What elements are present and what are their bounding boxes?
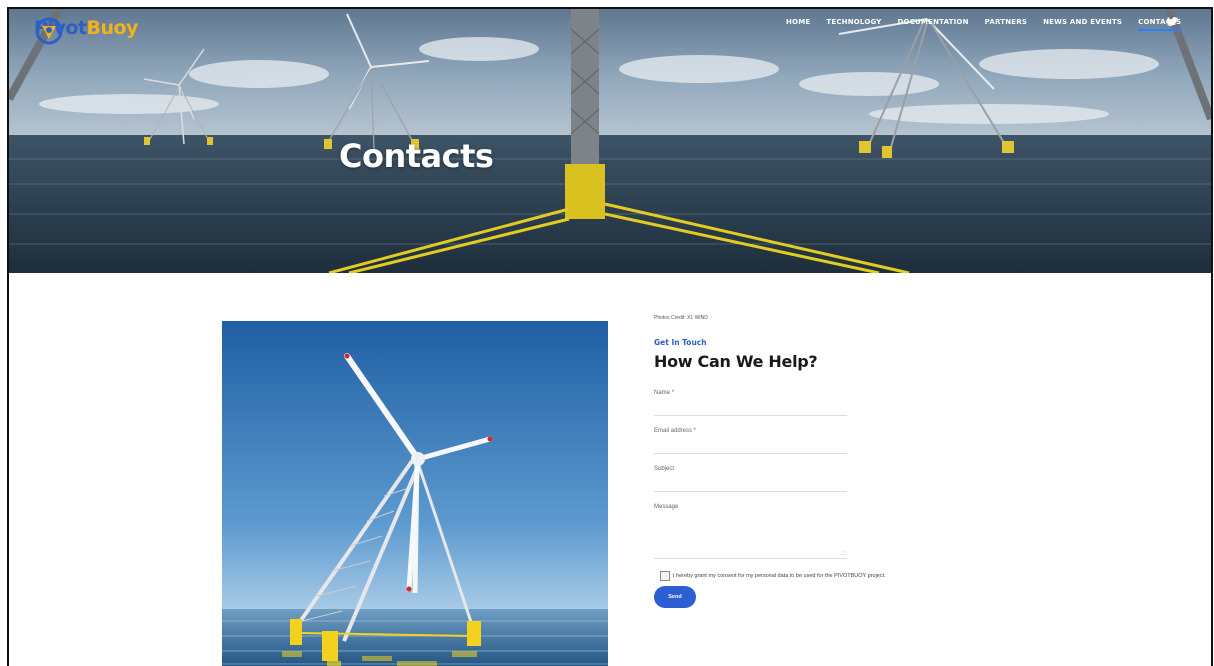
subject-label: Subject xyxy=(654,466,675,472)
form-eyebrow: Get In Touch xyxy=(654,338,707,347)
consent-row: I hereby grant my consent for my persona… xyxy=(660,571,984,581)
page-title: Contacts xyxy=(339,137,494,175)
hero-background-image xyxy=(9,9,1211,273)
social-links: in xyxy=(1167,17,1178,28)
hero-banner: PivotBuoy HOME TECHNOLOGY DOCUMENTATION … xyxy=(9,9,1211,273)
name-field[interactable]: Name * xyxy=(654,390,847,416)
nav-documentation[interactable]: DOCUMENTATION xyxy=(898,18,969,31)
form-headline: How Can We Help? xyxy=(654,352,818,371)
logo-icon xyxy=(35,17,63,45)
message-field[interactable]: Message .:: xyxy=(654,504,847,559)
brand-logo[interactable]: PivotBuoy xyxy=(34,17,138,45)
nav-technology[interactable]: TECHNOLOGY xyxy=(826,18,881,31)
message-label: Message xyxy=(654,504,679,510)
twitter-icon[interactable] xyxy=(1167,17,1178,26)
page-frame: PivotBuoy HOME TECHNOLOGY DOCUMENTATION … xyxy=(7,7,1213,666)
nav-partners[interactable]: PARTNERS xyxy=(985,18,1027,31)
resize-handle-icon[interactable]: .:: xyxy=(841,551,846,557)
turbine-photo xyxy=(222,321,608,666)
nav-home[interactable]: HOME xyxy=(786,18,810,31)
consent-label: I hereby grant my consent for my persona… xyxy=(673,573,886,579)
main-nav: HOME TECHNOLOGY DOCUMENTATION PARTNERS N… xyxy=(786,18,1182,31)
email-field[interactable]: Email address * xyxy=(654,428,847,454)
subject-field[interactable]: Subject xyxy=(654,466,847,492)
email-label: Email address * xyxy=(654,428,697,434)
photo-credit: Photos Credit: X1 WIND xyxy=(654,315,708,321)
send-button[interactable]: Send xyxy=(654,586,696,608)
contact-form: Photos Credit: X1 WIND Get In Touch How … xyxy=(654,315,984,608)
name-label: Name * xyxy=(654,390,675,396)
consent-checkbox[interactable] xyxy=(660,571,670,581)
nav-news-and-events[interactable]: NEWS AND EVENTS xyxy=(1043,18,1122,31)
